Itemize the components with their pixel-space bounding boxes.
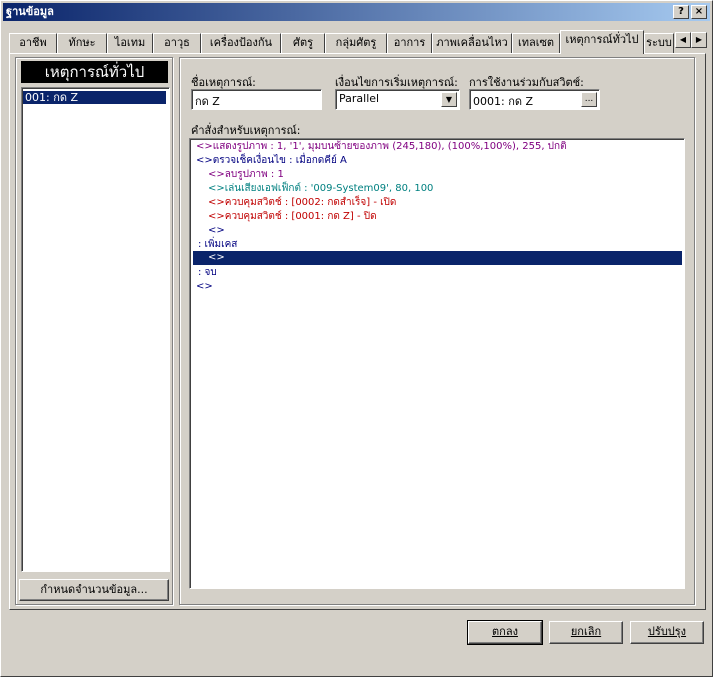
tab-system[interactable]: ระบบ [644, 33, 674, 53]
trigger-dropdown[interactable]: Parallel ▼ [335, 89, 460, 110]
trigger-value: Parallel [339, 92, 380, 105]
tab-tilesets[interactable]: เทลเซต [512, 33, 560, 53]
tab-strip: อาชีพ ทักษะ ไอเทม อาวุธ เครื่องป้องกัน ศ… [9, 29, 709, 54]
tab-armors[interactable]: เครื่องป้องกัน [201, 33, 281, 53]
list-header: เหตุการณ์ทั่วไป [21, 61, 168, 83]
command-empty[interactable]: <> [208, 224, 225, 238]
tab-common-events[interactable]: เหตุการณ์ทั่วไป [560, 30, 644, 54]
tab-scroll-right-button[interactable]: ▶ [691, 32, 707, 48]
cancel-button[interactable]: ยกเลิก [549, 621, 623, 644]
command-final-empty[interactable]: <> [196, 280, 213, 294]
command-branch-end[interactable]: : จบ [198, 266, 217, 280]
event-list[interactable] [21, 87, 170, 572]
window-title: ฐานข้อมูล [6, 5, 54, 18]
command-conditional-branch[interactable]: <>ตรวจเช็คเงื่อนไข : เมื่อกดคีย์ A [196, 154, 347, 168]
ok-button[interactable]: ตกลง [467, 620, 543, 645]
close-button[interactable]: × [691, 5, 707, 19]
command-else[interactable]: : เพิ่มเคส [198, 238, 237, 252]
switch-browse-button[interactable]: ... [581, 92, 597, 107]
command-control-switch-2[interactable]: <>ควบคุมสวิตช์ : [0001: กด Z] - ปิด [208, 210, 377, 224]
database-window: ฐานข้อมูล ? × อาชีพ ทักษะ ไอเทม อาวุธ เค… [0, 0, 713, 677]
tab-items[interactable]: ไอเทม [107, 33, 153, 53]
tab-states[interactable]: อาการ [387, 33, 432, 53]
change-maximum-button[interactable]: กำหนดจำนวนข้อมูล... [19, 579, 169, 601]
commands-label: คำสั่งสำหรับเหตุการณ์: [191, 124, 301, 137]
tab-enemies[interactable]: ศัตรู [281, 33, 325, 53]
switch-value: 0001: กด Z [473, 95, 534, 108]
switch-field[interactable]: 0001: กด Z ... [469, 89, 600, 110]
list-item[interactable]: 001: กด Z [23, 91, 166, 104]
tab-animations[interactable]: ภาพเคลื่อนไหว [432, 33, 512, 53]
help-button[interactable]: ? [673, 5, 689, 19]
command-selected[interactable]: <> [193, 251, 682, 265]
tab-weapons[interactable]: อาวุธ [153, 33, 201, 53]
command-control-switch-1[interactable]: <>ควบคุมสวิตช์ : [0002: กดสำเร็จ] - เปิด [208, 196, 396, 210]
event-name-value: กด Z [195, 95, 220, 108]
apply-button[interactable]: ปรับปรุง [630, 621, 704, 644]
event-name-field[interactable]: กด Z [191, 89, 322, 110]
chevron-down-icon[interactable]: ▼ [441, 92, 457, 107]
command-play-se[interactable]: <>เล่นเสียงเอฟเฟ็กต์ : '009-System09', 8… [208, 182, 433, 196]
tab-scroll-left-button[interactable]: ◀ [675, 32, 691, 48]
tab-skills[interactable]: ทักษะ [57, 33, 107, 53]
tab-classes[interactable]: อาชีพ [9, 33, 57, 53]
command-show-picture[interactable]: <>แสดงรูปภาพ : 1, '1', มุมบนซ้ายของภาพ (… [196, 140, 567, 154]
command-erase-picture[interactable]: <>ลบรูปภาพ : 1 [208, 168, 284, 182]
tab-troops[interactable]: กลุ่มศัตรู [325, 33, 387, 53]
title-bar: ฐานข้อมูล ? × [3, 3, 710, 21]
